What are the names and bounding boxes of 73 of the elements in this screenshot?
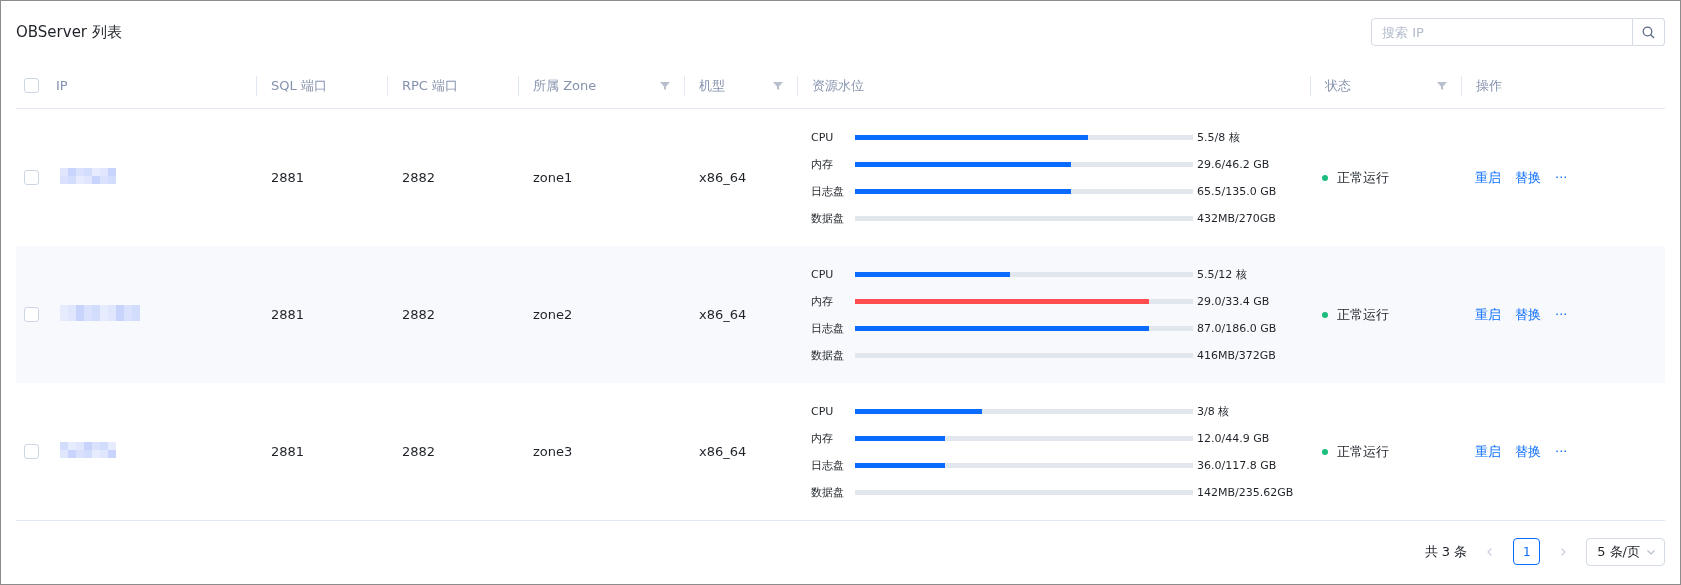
action-link[interactable]: 替换 [1515,168,1541,187]
resource-label: 日志盘 [811,183,845,199]
resource-reading: 5.5/12 核 [1196,266,1248,282]
status-dot [1322,174,1328,181]
checkbox[interactable] [24,170,39,185]
resource-label: 日志盘 [811,320,845,336]
column-header: SQL 端口 [271,76,327,95]
filter-icon[interactable] [660,80,670,91]
filter-icon[interactable] [773,80,783,91]
action-link[interactable]: 替换 [1515,442,1541,461]
table-cell-text: zone3 [532,444,574,459]
action-link[interactable]: 替换 [1515,305,1541,324]
resource-label: CPU [811,130,835,144]
checkbox[interactable] [24,307,39,322]
action-link[interactable]: 重启 [1475,305,1501,324]
table-cell-text: zone2 [532,307,574,322]
column-header: 资源水位 [812,76,864,95]
resource-reading: 87.0/186.0 GB [1196,321,1278,335]
search-field[interactable]: 搜索 IP [1371,18,1633,46]
page-button[interactable]: 1 [1513,538,1541,565]
table-cell-text: 2882 [401,307,437,322]
column-header: 操作 [1476,76,1502,95]
resource-label: 数据盘 [811,210,845,226]
table-cell-text: 2882 [401,170,437,185]
page-title: OBServer 列表 [16,22,122,42]
checkbox[interactable] [24,78,39,93]
action-link[interactable]: ··· [1555,444,1568,459]
table-cell-text: zone1 [532,170,574,185]
column-header: 机型 [699,76,725,95]
filter-icon[interactable] [1437,80,1447,91]
table-cell-text: x86_64 [698,307,748,322]
resource-label: 日志盘 [811,457,845,473]
status-text: 正常运行 [1337,305,1389,324]
action-link[interactable]: 重启 [1475,168,1501,187]
status-dot [1322,311,1328,318]
resource-label: 数据盘 [811,347,845,363]
status-dot [1322,448,1328,455]
resource-reading: 12.0/44.9 GB [1196,431,1271,445]
column-header: RPC 端口 [402,76,459,95]
table-cell-text: x86_64 [698,170,748,185]
search-button[interactable] [1633,18,1665,46]
resource-reading: 65.5/135.0 GB [1196,184,1278,198]
status-text: 正常运行 [1337,168,1389,187]
resource-label: 数据盘 [811,484,845,500]
total-count: 共 3 条 [1424,542,1468,561]
table-cell-text: 2882 [401,444,437,459]
resource-label: CPU [811,404,835,418]
resource-reading: 5.5/8 核 [1196,129,1241,145]
status-text: 正常运行 [1337,442,1389,461]
resource-reading: 432MB/270GB [1196,211,1277,225]
resource-reading: 29.6/46.2 GB [1196,157,1271,171]
column-header: 所属 Zone [533,76,597,95]
table-cell-text: x86_64 [698,444,748,459]
table-cell-text: 2881 [270,170,306,185]
resource-reading: 36.0/117.8 GB [1196,458,1278,472]
resource-label: CPU [811,267,835,281]
resource-label: 内存 [811,156,834,172]
resource-reading: 142MB/235.62GB [1196,485,1295,499]
page-size-select[interactable]: 5 条/页 [1586,537,1665,566]
table-cell-text: 2881 [270,444,306,459]
column-header: 状态 [1325,76,1351,95]
action-link[interactable]: ··· [1555,170,1568,185]
resource-reading: 416MB/372GB [1196,348,1277,362]
action-link[interactable]: ··· [1555,307,1568,322]
checkbox[interactable] [24,444,39,459]
column-header: IP [56,78,68,93]
table-cell-text: 2881 [270,307,306,322]
resource-reading: 29.0/33.4 GB [1196,294,1271,308]
action-link[interactable]: 重启 [1475,442,1501,461]
search-icon [1642,25,1655,39]
resource-label: 内存 [811,293,834,309]
resource-reading: 3/8 核 [1196,403,1231,419]
resource-label: 内存 [811,430,834,446]
